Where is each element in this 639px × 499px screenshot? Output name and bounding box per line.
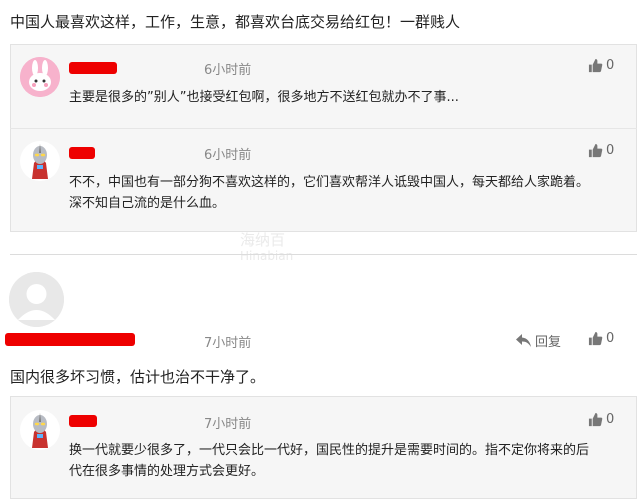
like-button[interactable]: 0: [588, 58, 614, 73]
avatar-ultraman[interactable]: [20, 410, 60, 450]
comment-time: 7小时前: [204, 336, 252, 351]
username-redacted[interactable]: [69, 415, 97, 427]
username-redacted[interactable]: [69, 147, 95, 159]
reply-time: 7小时前: [204, 417, 252, 432]
avatar-default[interactable]: [9, 272, 64, 327]
reply-text: 主要是很多的”别人”也接受红包啊，很多地方不送红包就办不了事...: [69, 90, 459, 105]
like-button[interactable]: 0: [588, 331, 614, 346]
watermark-line1: 海纳百: [240, 231, 286, 249]
avatar-bunny[interactable]: [20, 57, 60, 97]
avatar-ultraman[interactable]: [20, 141, 60, 181]
thumbs-up-icon: [588, 331, 603, 346]
like-count: 0: [606, 331, 615, 346]
thumbs-up-icon: [588, 143, 603, 158]
watermark-line2: Hinabian: [240, 249, 294, 263]
reply-text-line2: 代在很多事情的处理方式会更好。: [69, 464, 265, 479]
username-redacted[interactable]: [5, 333, 135, 346]
reply-time: 6小时前: [204, 63, 252, 78]
like-count: 0: [606, 412, 615, 427]
reply-text-line1: 不不，中国也有一部分狗不喜欢这样的，它们喜欢帮洋人诋毁中国人，每天都给人家跪着。: [69, 175, 590, 190]
like-count: 0: [606, 143, 615, 158]
reply-separator: [10, 128, 637, 129]
thumbs-up-icon: [588, 412, 603, 427]
like-count: 0: [606, 58, 615, 73]
username-redacted[interactable]: [69, 62, 117, 74]
reply-button[interactable]: 回复: [516, 331, 561, 350]
watermark: 海纳百 Hinabian: [240, 232, 293, 264]
like-button[interactable]: 0: [588, 412, 614, 427]
thumbs-up-icon: [588, 58, 603, 73]
ultraman-avatar-icon: [32, 413, 48, 448]
bunny-avatar-icon: [20, 57, 60, 97]
ultraman-avatar-icon: [32, 144, 48, 179]
reply-time: 6小时前: [204, 148, 252, 163]
comment-text: 国内很多坏习惯，估计也治不干净了。: [10, 368, 266, 386]
reply-label: 回复: [535, 335, 562, 350]
parent-comment-text: 中国人最喜欢这样，工作，生意，都喜欢台底交易给红包！一群贱人: [10, 13, 461, 31]
comment-divider: [10, 254, 637, 255]
reply-text-line2: 深不知自己流的是什么血。: [69, 196, 226, 211]
reply-arrow-icon: [516, 334, 531, 347]
like-button[interactable]: 0: [588, 143, 614, 158]
default-user-icon: [9, 272, 64, 327]
reply-text-line1: 换一代就要少很多了，一代只会比一代好，国民性的提升是需要时间的。指不定你将来的后: [69, 443, 590, 458]
